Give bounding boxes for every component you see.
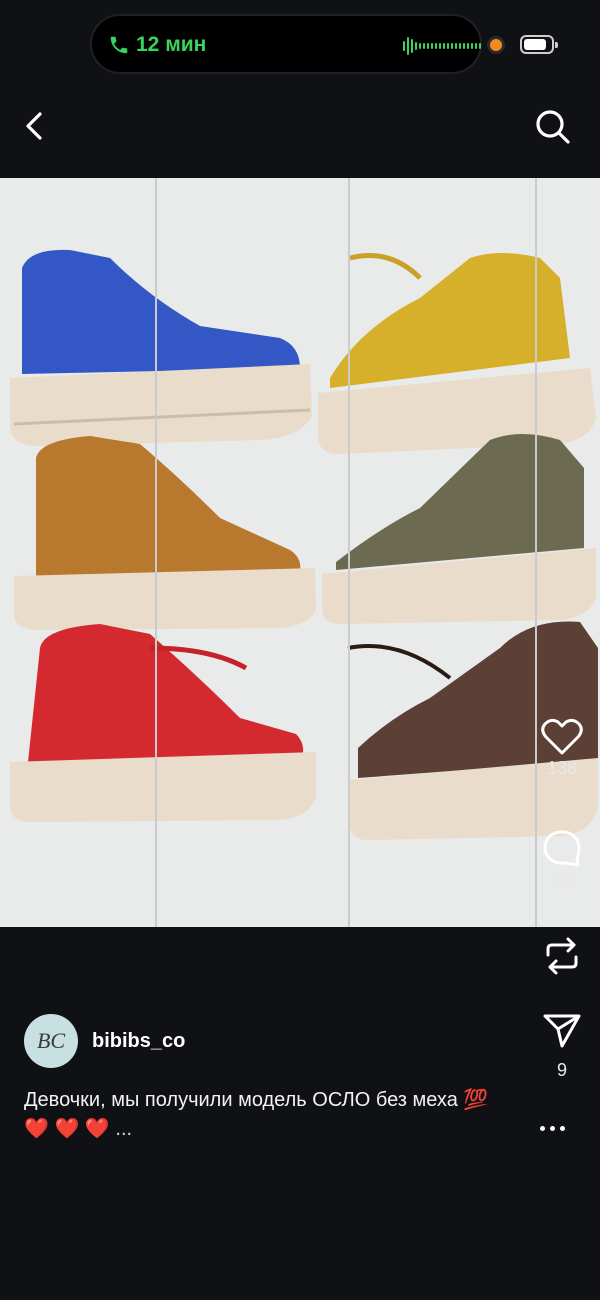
repost-icon bbox=[546, 937, 578, 975]
call-time: 12 мин bbox=[136, 33, 207, 56]
caption-text: Девочки, мы получили модель ОСЛО без мех… bbox=[24, 1089, 458, 1111]
more-icon bbox=[540, 1126, 545, 1131]
username[interactable]: bibibs_co bbox=[92, 1030, 185, 1053]
olive-boot bbox=[322, 434, 596, 624]
send-icon bbox=[543, 1014, 581, 1048]
avatar[interactable]: BC bbox=[24, 1014, 78, 1068]
repost-action[interactable] bbox=[540, 935, 584, 977]
comment-icon bbox=[543, 830, 581, 867]
search-icon bbox=[536, 110, 570, 144]
post-caption[interactable]: Девочки, мы получили модель ОСЛО без мех… bbox=[24, 1086, 494, 1144]
caption-more[interactable]: ... bbox=[115, 1118, 132, 1140]
blue-boot bbox=[10, 249, 312, 446]
dynamic-island-call[interactable]: 12 мин bbox=[90, 14, 482, 74]
more-options-button[interactable] bbox=[540, 1126, 565, 1131]
boots-illustration bbox=[10, 249, 598, 840]
comment-count: 26 bbox=[551, 870, 573, 890]
recording-indicator bbox=[487, 36, 505, 54]
call-indicator: 12 мин bbox=[108, 33, 206, 57]
back-button[interactable] bbox=[22, 110, 48, 147]
yellow-boot bbox=[318, 253, 596, 454]
post-image[interactable] bbox=[0, 178, 600, 927]
heart-icon bbox=[541, 718, 583, 755]
search-button[interactable] bbox=[534, 108, 572, 151]
like-count: 138 bbox=[546, 758, 578, 778]
phone-icon bbox=[110, 36, 128, 54]
audio-waveform-icon bbox=[403, 36, 481, 56]
chevron-left-icon bbox=[26, 112, 42, 140]
like-action[interactable]: 138 bbox=[540, 718, 584, 779]
red-boot bbox=[10, 624, 316, 822]
share-action[interactable]: 9 bbox=[540, 1012, 584, 1081]
share-count: 9 bbox=[556, 1060, 567, 1080]
battery-icon bbox=[520, 35, 558, 54]
post-author[interactable]: BC bibibs_co bbox=[24, 1014, 185, 1068]
tan-boot bbox=[14, 436, 316, 630]
comment-action[interactable]: 26 bbox=[540, 828, 584, 891]
